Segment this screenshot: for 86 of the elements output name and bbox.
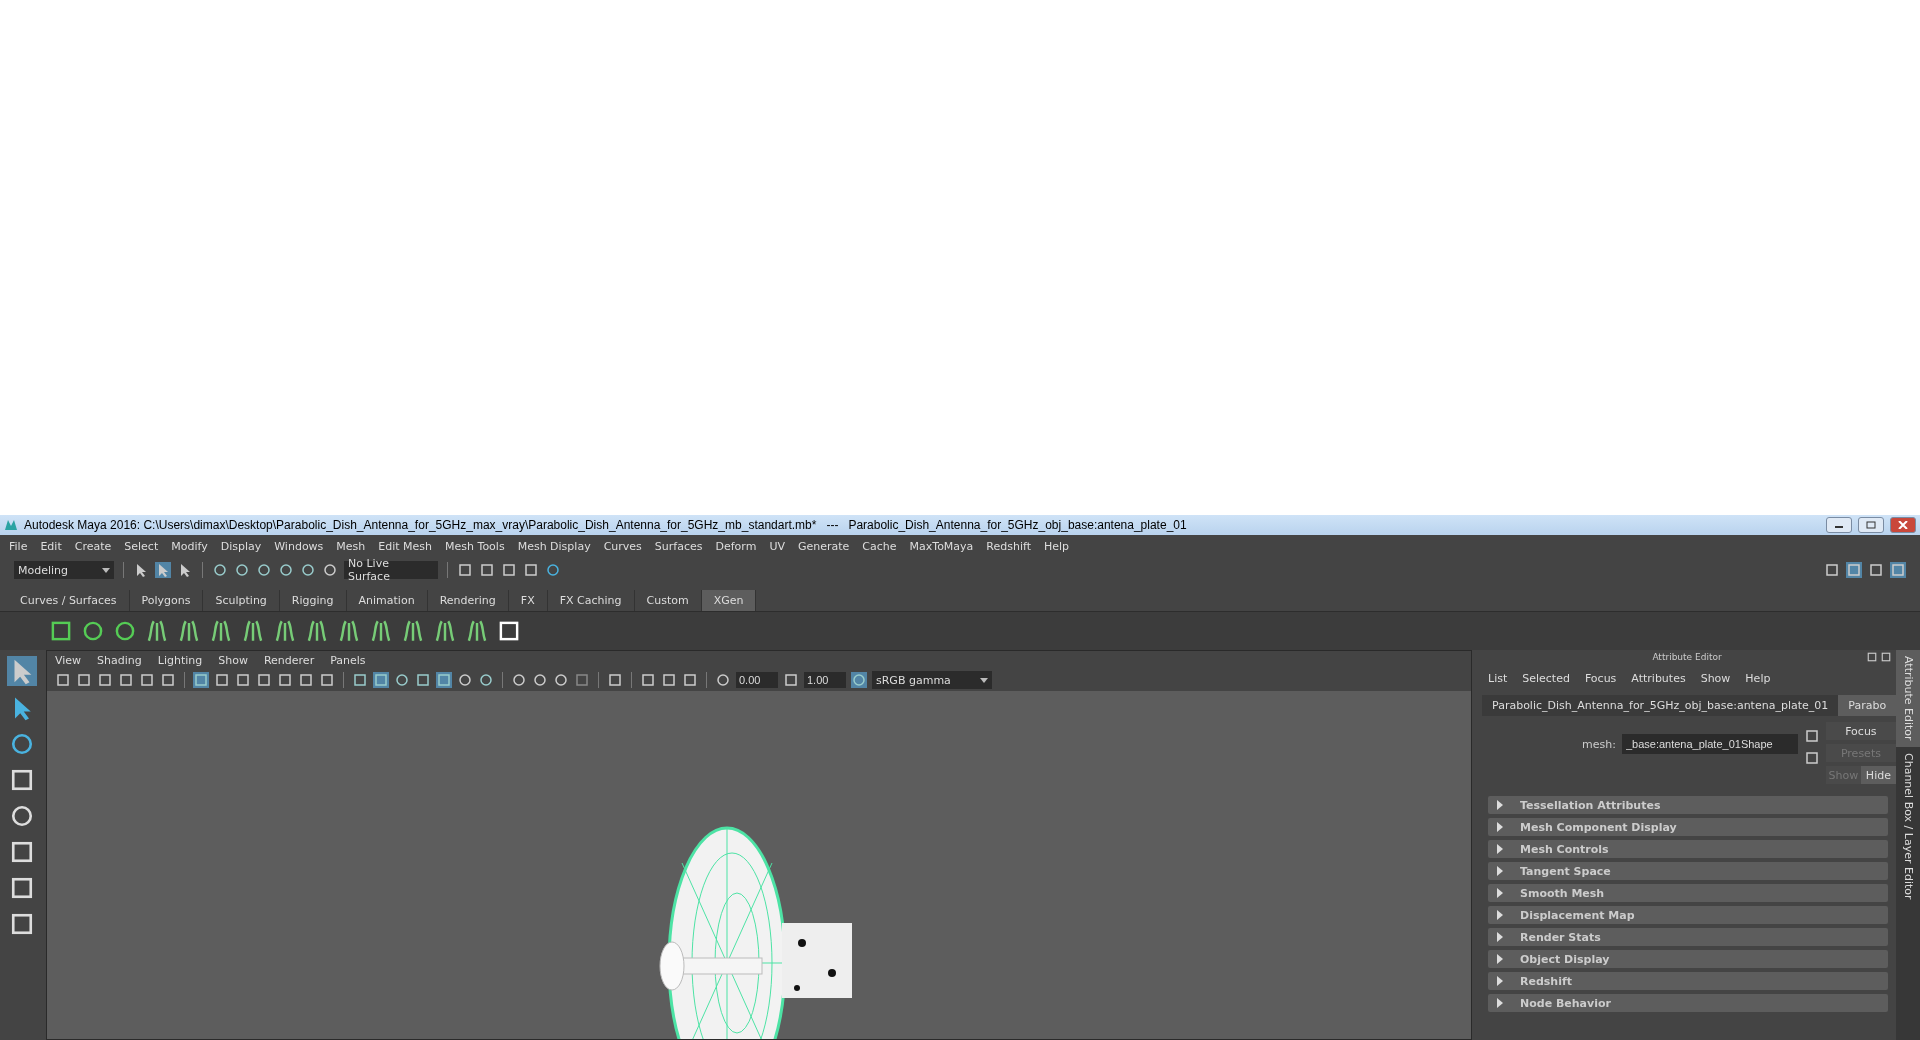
viewport-menu-item[interactable]: Shading [97, 653, 142, 667]
menu-item[interactable]: Create [74, 539, 112, 553]
node-tab[interactable]: Parabo [1838, 695, 1896, 716]
visibility-toggle[interactable]: Hide [1860, 766, 1896, 784]
window-title: Autodesk Maya 2016: C:\Users\dimax\Desktop\Parabolic_Dish_Antenna_for_5GHz_max_vray\Parabolic_Dish_Antenna_for_5GHz_mb_standart.mb* --- Parabolic_Dish_Antenna_for_5GHz_obj_base:antena_plate_01 [24, 518, 1188, 532]
menu-item[interactable]: Windows [274, 539, 324, 553]
mesh-name-field[interactable]: _base:antena_plate_01Shape [1621, 734, 1798, 754]
expand-arrow-icon[interactable] [1496, 844, 1504, 854]
live-surface-field[interactable]: No Live Surface [344, 561, 438, 579]
app-logo-icon [4, 518, 18, 532]
caret-icon [980, 676, 988, 684]
section-label: Mesh Controls [1520, 842, 1609, 856]
menu-item[interactable]: Mesh [336, 539, 366, 553]
attribute-section[interactable]: Redshift [1488, 972, 1888, 990]
menu-item[interactable]: Curves [603, 539, 642, 553]
side-tab[interactable]: Attribute Editor [1896, 650, 1920, 747]
mesh-label: mesh: [1582, 738, 1616, 751]
attribute-section[interactable]: Tessellation Attributes [1488, 796, 1888, 814]
expand-arrow-icon[interactable] [1496, 998, 1504, 1008]
expand-arrow-icon[interactable] [1496, 976, 1504, 986]
section-label: Node Behavior [1520, 996, 1611, 1010]
maximize-icon [1866, 521, 1876, 529]
viewport-canvas[interactable] [47, 691, 1471, 1039]
viewport-menu-item[interactable]: Panels [330, 653, 366, 667]
menu-item[interactable]: File [9, 539, 28, 553]
minimize-button[interactable] [1826, 517, 1852, 533]
section-label: Object Display [1520, 952, 1610, 966]
menu-item[interactable]: UV [769, 539, 785, 553]
expand-arrow-icon[interactable] [1496, 954, 1504, 964]
menu-item[interactable]: Surfaces [654, 539, 703, 553]
section-label: Tangent Space [1520, 864, 1611, 878]
select-object-icon[interactable] [155, 562, 171, 578]
menu-item[interactable]: Generate [797, 539, 850, 553]
node-tab[interactable]: Parabolic_Dish_Antenna_for_5GHz_obj_base:antena_plate_01 [1482, 695, 1839, 716]
expand-arrow-icon[interactable] [1496, 800, 1504, 810]
gamma-field[interactable]: 1.00 [804, 672, 846, 688]
expand-arrow-icon[interactable] [1496, 910, 1504, 920]
menu-item[interactable]: Edit [40, 539, 62, 553]
menu-item[interactable]: Mesh Display [517, 539, 591, 553]
caret-icon [102, 566, 110, 574]
expand-arrow-icon[interactable] [1496, 932, 1504, 942]
panel-menu-item[interactable]: Selected [1522, 672, 1570, 685]
workspace-dropdown[interactable]: Modeling [14, 561, 114, 579]
expand-arrow-icon[interactable] [1496, 822, 1504, 832]
attribute-section[interactable]: Node Behavior [1488, 994, 1888, 1012]
attribute-section[interactable]: Mesh Component Display [1488, 818, 1888, 836]
section-label: Mesh Component Display [1520, 820, 1677, 834]
menu-item[interactable]: Redshift [986, 539, 1031, 553]
menu-item[interactable]: Modify [171, 539, 208, 553]
menu-item[interactable]: Mesh Tools [445, 539, 505, 553]
section-label: Tessellation Attributes [1520, 798, 1661, 812]
exposure-field[interactable]: 0.00 [736, 672, 778, 688]
section-label: Render Stats [1520, 930, 1601, 944]
menu-item[interactable]: Help [1044, 539, 1070, 553]
close-button[interactable] [1890, 517, 1916, 533]
menu-item[interactable]: Cache [862, 539, 897, 553]
panel-menu-item[interactable]: Help [1745, 672, 1771, 685]
section-label: Displacement Map [1520, 908, 1635, 922]
viewport-menu-item[interactable]: Show [218, 653, 248, 667]
maximize-button[interactable] [1858, 517, 1884, 533]
expand-arrow-icon[interactable] [1496, 888, 1504, 898]
viewport-menu-item[interactable]: View [55, 653, 82, 667]
focus-button[interactable]: Focus [1825, 722, 1896, 740]
attribute-section[interactable]: Mesh Controls [1488, 840, 1888, 858]
attribute-section[interactable]: Smooth Mesh [1488, 884, 1888, 902]
viewport-menu-item[interactable]: Renderer [263, 653, 315, 667]
color-space-dropdown[interactable]: sRGB gamma [872, 671, 992, 689]
menu-item[interactable]: Deform [715, 539, 757, 553]
section-label: Redshift [1520, 974, 1572, 988]
shelf-tab[interactable]: XGen [701, 590, 757, 611]
menu-item[interactable]: Select [124, 539, 159, 553]
menu-item[interactable]: Display [220, 539, 262, 553]
panel-menu-item[interactable]: List [1488, 672, 1508, 685]
attribute-section[interactable]: Displacement Map [1488, 906, 1888, 924]
panel-menu-item[interactable]: Show [1700, 672, 1731, 685]
panel-title: Attribute Editor [1652, 652, 1722, 662]
panel-menu-item[interactable]: Focus [1584, 672, 1617, 685]
attribute-section[interactable]: Tangent Space [1488, 862, 1888, 880]
attribute-section[interactable]: Render Stats [1488, 928, 1888, 946]
menu-item[interactable]: MaxToMaya [909, 539, 974, 553]
section-label: Smooth Mesh [1520, 886, 1605, 900]
panel-menu-item[interactable]: Attributes [1631, 672, 1686, 685]
expand-arrow-icon[interactable] [1496, 866, 1504, 876]
viewport-menu-item[interactable]: Lighting [157, 653, 203, 667]
menu-item[interactable]: Edit Mesh [378, 539, 433, 553]
attribute-section[interactable]: Object Display [1488, 950, 1888, 968]
